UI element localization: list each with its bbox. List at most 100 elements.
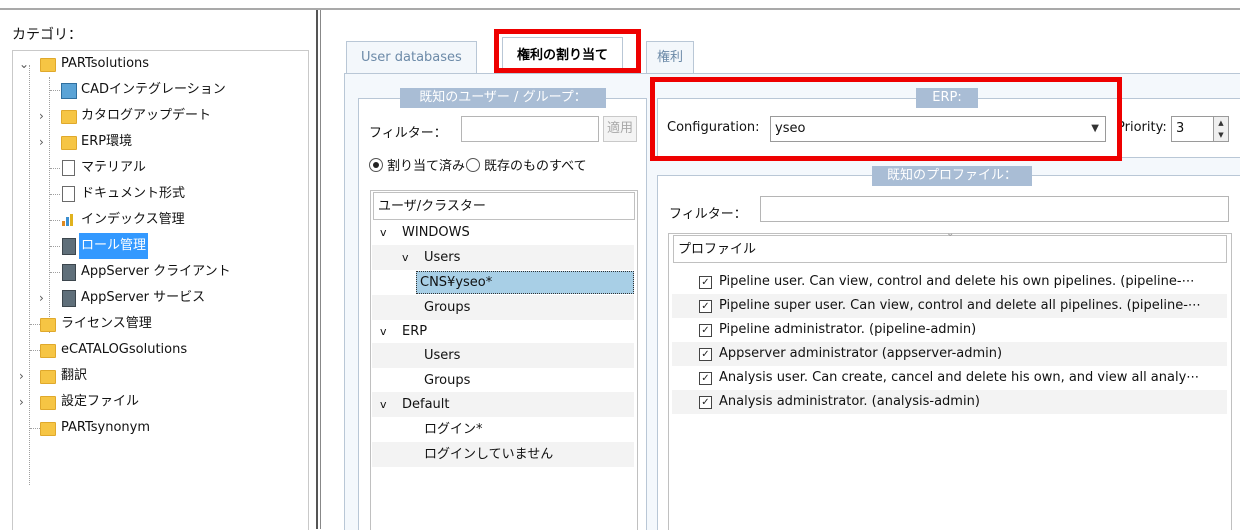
- chevron-right-icon[interactable]: ›: [39, 285, 44, 311]
- radio-all-existing-label: 既存のものすべて: [484, 159, 587, 174]
- chevron-down-icon[interactable]: v: [402, 245, 409, 270]
- server-icon: [62, 238, 76, 255]
- index-icon: [62, 214, 73, 226]
- tree-node-erp-groups[interactable]: Groups: [372, 368, 634, 393]
- chevron-down-icon[interactable]: ⌄: [19, 51, 29, 77]
- category-label: カテゴリ：: [12, 27, 82, 43]
- profile-row[interactable]: ✓ Pipeline user. Can view, control and d…: [672, 270, 1227, 294]
- tree-node-windows-groups[interactable]: Groups: [372, 295, 634, 320]
- profile-label: Appserver administrator (appserver-admin…: [719, 346, 1003, 361]
- tree-item-license-management[interactable]: ライセンス管理: [13, 311, 306, 337]
- profile-label: Analysis administrator. (analysis-admin): [719, 394, 980, 409]
- tree-node-default-login[interactable]: ログイン*: [372, 417, 634, 442]
- tree-item-partsynonym[interactable]: PARTsynonym: [13, 415, 306, 441]
- tree-node-label: ERP: [402, 324, 428, 339]
- chevron-down-icon[interactable]: v: [380, 319, 387, 344]
- radio-assigned[interactable]: [369, 158, 383, 172]
- tree-item-appserver-client[interactable]: AppServer クライアント: [13, 259, 306, 285]
- tree-node-windows[interactable]: v WINDOWS: [372, 220, 634, 245]
- radio-all-existing[interactable]: [466, 158, 480, 172]
- tree-node-label: ログインしていません: [424, 447, 554, 462]
- tree-item-erp-environment[interactable]: › ERP環境: [13, 129, 306, 155]
- tree-item-appserver-service[interactable]: › AppServer サービス: [13, 285, 306, 311]
- chevron-right-icon[interactable]: ›: [39, 129, 44, 155]
- checkbox-checked-icon[interactable]: ✓: [699, 300, 712, 313]
- tree-item-cad-integration[interactable]: CADインテグレーション: [13, 77, 306, 103]
- tree-node-user-item[interactable]: CNS¥yseo*: [372, 270, 634, 295]
- priority-spinner[interactable]: 3 ▲ ▼: [1171, 116, 1229, 142]
- highlight-box-rights-tab: [494, 29, 641, 73]
- panel-splitter[interactable]: [316, 10, 318, 529]
- tree-item-index-management[interactable]: インデックス管理: [13, 207, 306, 233]
- tab-user-databases[interactable]: User databases: [346, 41, 477, 74]
- folder-icon: [40, 344, 56, 358]
- tree-node-default[interactable]: v Default: [372, 392, 634, 417]
- tree-item-settings-file[interactable]: › 設定ファイル: [13, 389, 306, 415]
- tree-item-label: マテリアル: [81, 160, 146, 175]
- tree-item-translation[interactable]: › 翻訳: [13, 363, 306, 389]
- tree-item-label: ドキュメント形式: [81, 186, 186, 201]
- tree-node-erp-users[interactable]: Users: [372, 343, 634, 368]
- folder-icon: [40, 396, 56, 410]
- chevron-right-icon[interactable]: ›: [19, 363, 24, 389]
- user-cluster-header: ユーザ/クラスター: [373, 192, 635, 220]
- chevron-down-icon[interactable]: v: [380, 220, 387, 245]
- apply-button[interactable]: 適用: [603, 116, 637, 142]
- tree-node-windows-users[interactable]: v Users: [372, 245, 634, 270]
- sort-indicator-icon: ⌄: [946, 228, 955, 239]
- spinner-arrows-icon[interactable]: ▲ ▼: [1213, 117, 1228, 141]
- known-profiles-title: 既知のプロファイル：: [872, 166, 1032, 186]
- chevron-right-icon[interactable]: ›: [19, 389, 24, 415]
- checkbox-checked-icon[interactable]: ✓: [699, 396, 712, 409]
- tree-item-label: AppServer クライアント: [81, 264, 231, 279]
- top-border: [0, 8, 1240, 10]
- tree-node-label: ログイン*: [424, 422, 483, 437]
- tree-item-label: CADインテグレーション: [81, 82, 226, 97]
- tree-node-default-not-logged-in[interactable]: ログインしていません: [372, 442, 634, 467]
- tree-item-label: ライセンス管理: [61, 316, 152, 331]
- profile-row[interactable]: ✓ Pipeline super user. Can view, control…: [672, 294, 1227, 318]
- users-filter-input[interactable]: [461, 116, 599, 142]
- folder-icon: [40, 318, 56, 332]
- tree-item-label: PARTsolutions: [61, 56, 150, 71]
- server-icon: [62, 290, 76, 307]
- tree-item-label: PARTsynonym: [61, 420, 151, 435]
- profile-row[interactable]: ✓ Analysis administrator. (analysis-admi…: [672, 390, 1227, 414]
- users-filter-label: フィルター：: [369, 126, 447, 141]
- tree-item-partsolutions[interactable]: ⌄ PARTsolutions: [13, 51, 306, 77]
- checkbox-checked-icon[interactable]: ✓: [699, 276, 712, 289]
- profiles-list-header: プロファイル: [673, 235, 1227, 263]
- tree-item-label: 翻訳: [61, 368, 88, 383]
- profile-row[interactable]: ✓ Appserver administrator (appserver-adm…: [672, 342, 1227, 366]
- checkbox-checked-icon[interactable]: ✓: [699, 372, 712, 385]
- tree-item-label: AppServer サービス: [81, 290, 206, 305]
- tab-rights[interactable]: 権利: [646, 41, 695, 74]
- folder-icon: [40, 370, 56, 384]
- chevron-right-icon[interactable]: ›: [39, 103, 44, 129]
- document-icon: [62, 160, 75, 176]
- tree-node-label: Default: [402, 397, 450, 412]
- tree-item-document-format[interactable]: ドキュメント形式: [13, 181, 306, 207]
- tree-item-role-management[interactable]: ロール管理: [13, 233, 306, 259]
- profiles-filter-label: フィルター：: [669, 207, 747, 222]
- tree-item-material[interactable]: マテリアル: [13, 155, 306, 181]
- tree-item-catalog-update[interactable]: › カタログアップデート: [13, 103, 306, 129]
- profile-row[interactable]: ✓ Pipeline administrator. (pipeline-admi…: [672, 318, 1227, 342]
- category-tree[interactable]: ⌄ PARTsolutions CADインテグレーション › カタログアップデー…: [12, 50, 309, 530]
- tree-node-erp[interactable]: v ERP: [372, 319, 634, 344]
- tree-item-ecatalogsolutions[interactable]: eCATALOGsolutions: [13, 337, 306, 363]
- checkbox-checked-icon[interactable]: ✓: [699, 324, 712, 337]
- priority-value: 3: [1176, 121, 1185, 136]
- known-users-groups-title: 既知のユーザー / グループ：: [400, 88, 606, 108]
- checkbox-checked-icon[interactable]: ✓: [699, 348, 712, 361]
- panel-splitter-edge: [320, 10, 321, 529]
- priority-label: Priority:: [1117, 120, 1167, 135]
- tree-item-label: 設定ファイル: [61, 394, 140, 409]
- chevron-down-icon[interactable]: v: [380, 392, 387, 417]
- tree-item-label: インデックス管理: [81, 212, 185, 227]
- highlight-box-erp-configuration: [650, 77, 1122, 161]
- profile-label: Pipeline user. Can view, control and del…: [719, 274, 1195, 289]
- profiles-filter-input[interactable]: [760, 196, 1229, 222]
- profile-row[interactable]: ✓ Analysis user. Can create, cancel and …: [672, 366, 1227, 390]
- tree-item-label: eCATALOGsolutions: [61, 342, 188, 357]
